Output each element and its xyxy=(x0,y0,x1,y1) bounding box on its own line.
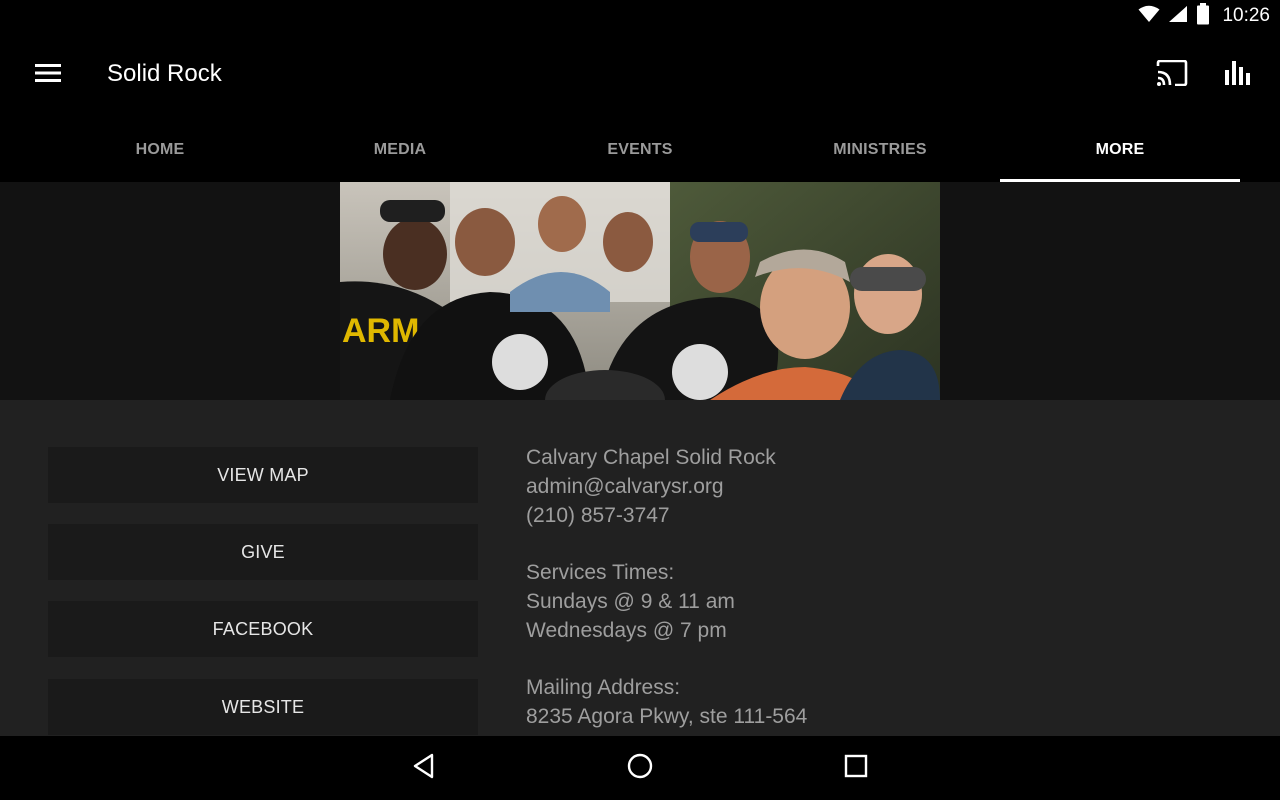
recents-icon xyxy=(844,754,868,783)
facebook-button[interactable]: FACEBOOK xyxy=(48,601,478,657)
menu-button[interactable] xyxy=(28,58,68,92)
status-bar: 10:26 xyxy=(0,0,1280,32)
battery-icon xyxy=(1196,2,1210,30)
church-info: Calvary Chapel Solid Rock admin@calvarys… xyxy=(526,444,1226,732)
church-email: admin@calvarysr.org xyxy=(526,474,724,498)
church-name: Calvary Chapel Solid Rock xyxy=(526,446,776,469)
give-button[interactable]: GIVE xyxy=(48,524,478,580)
tab-more[interactable]: MORE xyxy=(1000,118,1240,182)
services-wednesday: Wednesdays @ 7 pm xyxy=(526,618,727,642)
more-content: VIEW MAP GIVE FACEBOOK WEBSITE Calvary C… xyxy=(0,400,1280,736)
mailing-heading: Mailing Address: xyxy=(526,676,681,700)
svg-text:ARM: ARM xyxy=(342,312,419,350)
app-bar: Solid Rock xyxy=(0,32,1280,118)
view-map-button[interactable]: VIEW MAP xyxy=(48,447,478,503)
services-heading: Services Times: xyxy=(526,561,675,585)
back-button[interactable] xyxy=(402,748,446,788)
recents-button[interactable] xyxy=(834,748,878,788)
tab-bar: HOME MEDIA EVENTS MINISTRIES MORE xyxy=(40,118,1240,182)
home-button[interactable] xyxy=(618,748,662,788)
tab-events[interactable]: EVENTS xyxy=(520,118,760,182)
system-nav-bar xyxy=(0,736,1280,800)
tab-media[interactable]: MEDIA xyxy=(280,118,520,182)
status-icons: 10:26 xyxy=(1138,2,1270,30)
hero-banner: ARM xyxy=(0,182,1280,400)
cell-signal-icon xyxy=(1168,5,1188,28)
menu-icon xyxy=(35,63,61,88)
status-time: 10:26 xyxy=(1222,5,1270,26)
back-icon xyxy=(412,753,436,784)
tab-ministries[interactable]: MINISTRIES xyxy=(760,118,1000,182)
group-photo: ARM xyxy=(340,182,940,400)
mailing-address: 8235 Agora Pkwy, ste 111-564 xyxy=(526,705,808,729)
app-title: Solid Rock xyxy=(107,60,222,87)
website-button[interactable]: WEBSITE xyxy=(48,679,478,735)
home-icon xyxy=(626,752,654,785)
wifi-icon xyxy=(1138,5,1160,28)
stats-button[interactable] xyxy=(1218,56,1258,94)
cast-icon xyxy=(1156,59,1188,91)
church-phone: (210) 857-3747 xyxy=(526,503,670,527)
tab-home[interactable]: HOME xyxy=(40,118,280,182)
bar-chart-icon xyxy=(1224,59,1252,92)
cast-button[interactable] xyxy=(1152,56,1192,94)
services-sunday: Sundays @ 9 & 11 am xyxy=(526,589,735,613)
